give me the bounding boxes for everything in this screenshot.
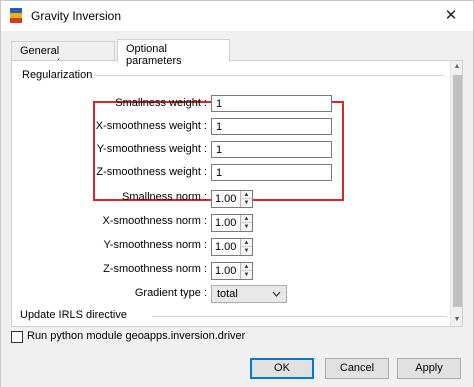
- x-smoothness-weight-value: 1: [216, 121, 223, 133]
- x-smoothness-weight-input[interactable]: 1: [211, 118, 332, 135]
- z-smoothness-norm-spinbox[interactable]: 1.00 ▲ ▼: [211, 262, 253, 280]
- close-icon: ✕: [444, 7, 458, 24]
- smallness-weight-label: Smallness weight :: [115, 97, 207, 109]
- cancel-button[interactable]: Cancel: [325, 358, 389, 379]
- spin-up-icon[interactable]: ▲: [241, 191, 252, 199]
- regularization-group-title: Regularization: [20, 69, 95, 81]
- z-smoothness-weight-label: Z-smoothness weight :: [96, 166, 207, 178]
- spin-up-icon[interactable]: ▲: [241, 215, 252, 223]
- smallness-norm-value: 1.00: [215, 193, 237, 205]
- tab-general-parameters[interactable]: General parameters: [11, 41, 115, 69]
- x-smoothness-norm-value: 1.00: [215, 217, 237, 229]
- spin-buttons: ▲ ▼: [240, 191, 252, 207]
- spin-buttons: ▲ ▼: [240, 263, 252, 279]
- regularization-group: Regularization Smallness weight : 1 X-sm…: [18, 69, 444, 305]
- x-smoothness-norm-spinbox[interactable]: 1.00 ▲ ▼: [211, 214, 253, 232]
- y-smoothness-norm-value: 1.00: [215, 241, 237, 253]
- gradient-type-value: total: [217, 288, 238, 300]
- smallness-norm-spinbox[interactable]: 1.00 ▲ ▼: [211, 190, 253, 208]
- update-irls-group-title: Update IRLS directive: [20, 309, 127, 321]
- smallness-weight-input[interactable]: 1: [211, 95, 332, 112]
- gradient-type-label: Gradient type :: [134, 287, 207, 299]
- window-title: Gravity Inversion: [31, 9, 122, 23]
- tab-bar: General parameters Optional parameters: [11, 39, 461, 69]
- dropdown-chevron-icon: [272, 291, 281, 297]
- dialog-footer: OK Cancel Apply: [1, 350, 473, 387]
- group-divider: [152, 316, 447, 317]
- spin-down-icon[interactable]: ▼: [241, 271, 252, 279]
- title-bar: Gravity Inversion ✕: [1, 1, 473, 31]
- ok-button[interactable]: OK: [250, 358, 314, 379]
- x-smoothness-norm-label: X-smoothness norm :: [102, 215, 207, 227]
- tab-label: Optional parameters: [126, 43, 182, 67]
- scroll-thumb[interactable]: [453, 75, 462, 307]
- y-smoothness-weight-value: 1: [216, 144, 223, 156]
- smallness-norm-label: Smallness norm :: [122, 191, 207, 203]
- vertical-scrollbar[interactable]: ▲ ▼: [450, 61, 462, 326]
- apply-button[interactable]: Apply: [397, 358, 461, 379]
- spin-buttons: ▲ ▼: [240, 239, 252, 255]
- tab-optional-parameters[interactable]: Optional parameters: [117, 39, 230, 67]
- z-smoothness-weight-input[interactable]: 1: [211, 164, 332, 181]
- spin-down-icon[interactable]: ▼: [241, 223, 252, 231]
- y-smoothness-weight-label: Y-smoothness weight :: [96, 143, 207, 155]
- z-smoothness-norm-label: Z-smoothness norm :: [103, 263, 207, 275]
- close-button[interactable]: ✕: [429, 1, 473, 31]
- spin-buttons: ▲ ▼: [240, 215, 252, 231]
- spin-up-icon[interactable]: ▲: [241, 239, 252, 247]
- scroll-up-icon[interactable]: ▲: [451, 61, 462, 73]
- y-smoothness-norm-label: Y-smoothness norm :: [103, 239, 207, 251]
- x-smoothness-weight-label: X-smoothness weight :: [95, 120, 207, 132]
- run-module-label: Run python module geoapps.inversion.driv…: [27, 330, 246, 342]
- spin-down-icon[interactable]: ▼: [241, 199, 252, 207]
- scroll-down-icon[interactable]: ▼: [451, 314, 462, 326]
- y-smoothness-norm-spinbox[interactable]: 1.00 ▲ ▼: [211, 238, 253, 256]
- gravity-app-icon: [10, 8, 22, 23]
- gravity-inversion-dialog: Gravity Inversion ✕ General parameters O…: [0, 0, 474, 387]
- spin-up-icon[interactable]: ▲: [241, 263, 252, 271]
- smallness-weight-value: 1: [216, 98, 223, 110]
- run-module-checkbox[interactable]: [11, 331, 23, 343]
- spin-down-icon[interactable]: ▼: [241, 247, 252, 255]
- y-smoothness-weight-input[interactable]: 1: [211, 141, 332, 158]
- z-smoothness-norm-value: 1.00: [215, 265, 237, 277]
- z-smoothness-weight-value: 1: [216, 167, 223, 179]
- optional-parameters-panel: Regularization Smallness weight : 1 X-sm…: [11, 60, 463, 327]
- gradient-type-select[interactable]: total: [211, 285, 287, 303]
